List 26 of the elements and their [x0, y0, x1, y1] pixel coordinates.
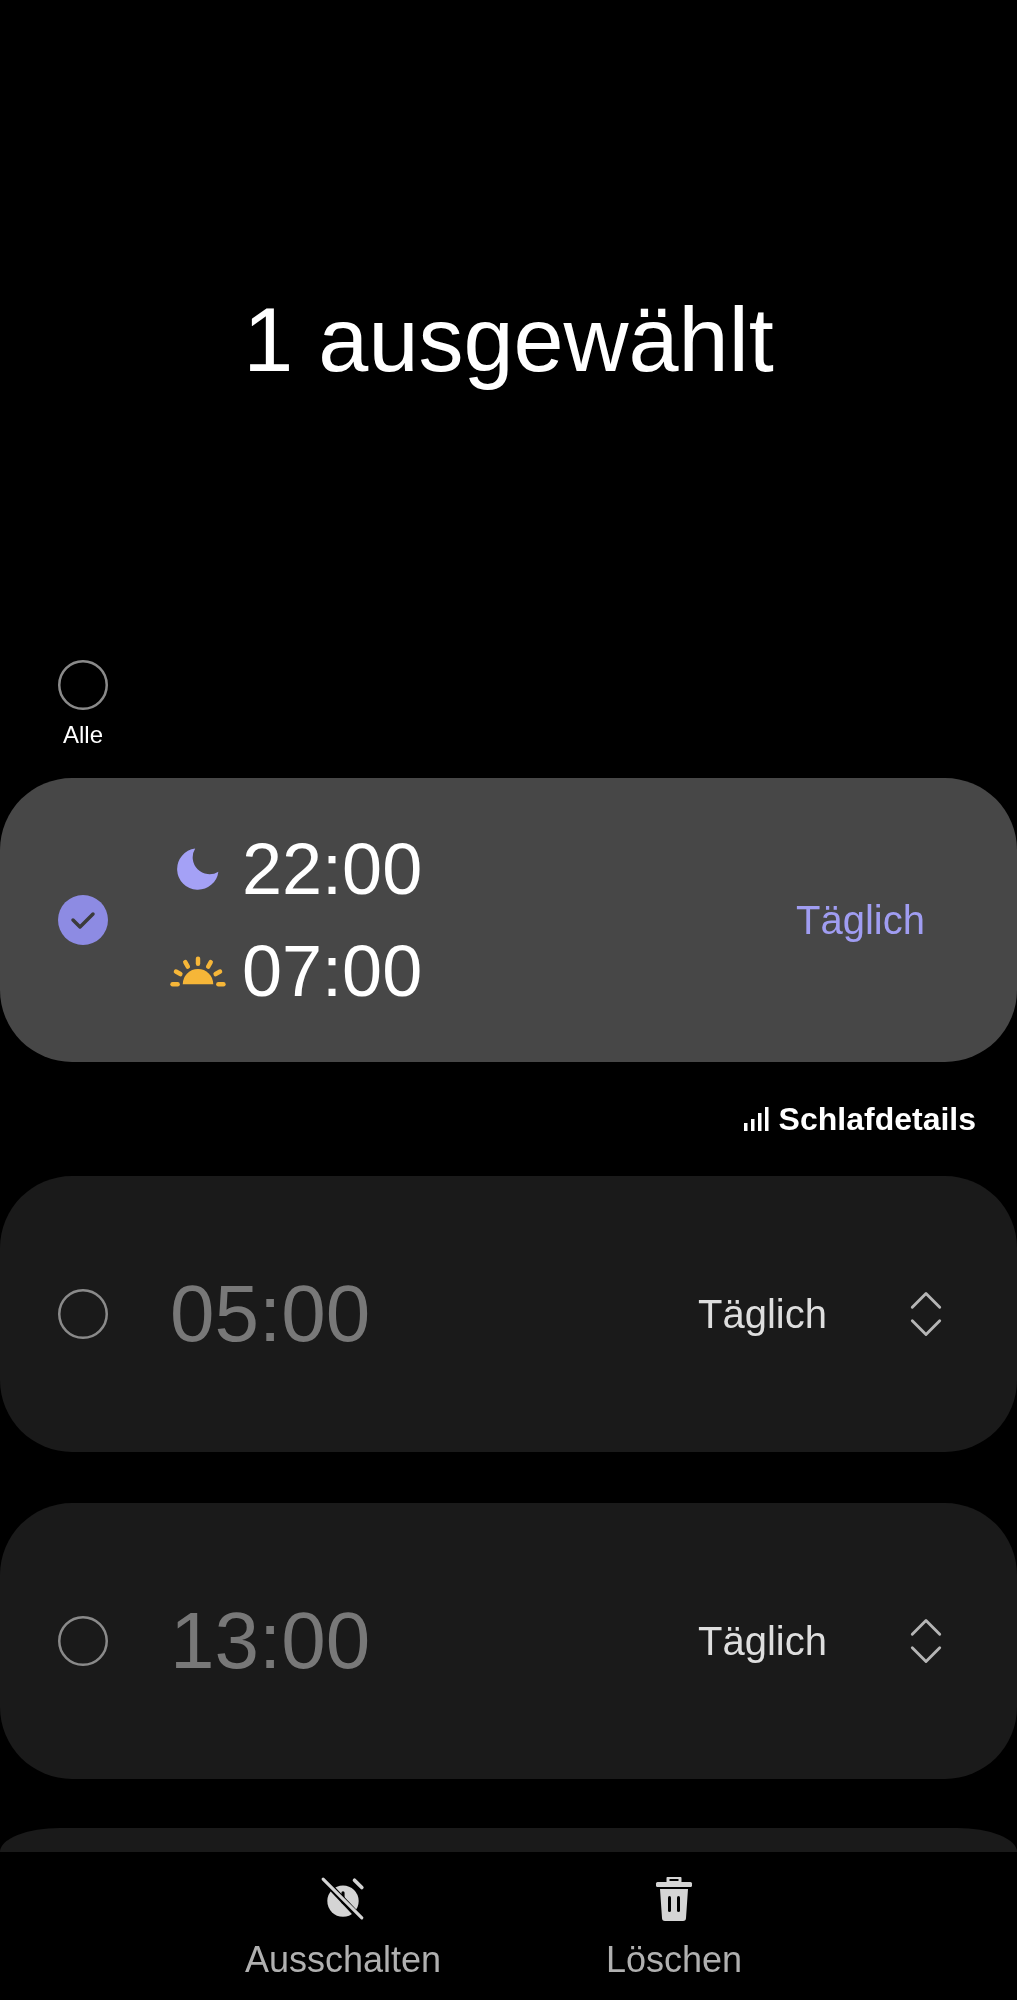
- repeat-label: Täglich: [698, 1618, 827, 1665]
- alarm-card[interactable]: 13:00 Täglich: [0, 1503, 1017, 1779]
- sun-icon: [170, 955, 226, 987]
- select-all-checkbox[interactable]: [58, 660, 108, 710]
- alarm-card[interactable]: 05:00 Täglich: [0, 1176, 1017, 1452]
- trash-icon: [654, 1877, 694, 1921]
- checkbox[interactable]: [58, 895, 108, 945]
- sleep-details-link[interactable]: Schlafdetails: [743, 1100, 976, 1138]
- alarm-time: 13:00: [170, 1601, 371, 1681]
- bedtime-text: 22:00: [242, 833, 423, 905]
- moon-icon: [176, 847, 220, 891]
- delete-button[interactable]: Löschen: [508, 1876, 840, 1982]
- up-down-chevron-icon[interactable]: [910, 1291, 942, 1337]
- repeat-label: Täglich: [796, 897, 925, 944]
- alarm-off-icon: [320, 1876, 366, 1922]
- select-all-label: Alle: [63, 720, 103, 750]
- turn-off-button[interactable]: Ausschalten: [177, 1876, 509, 1982]
- up-down-chevron-icon[interactable]: [910, 1618, 942, 1664]
- repeat-label: Täglich: [698, 1291, 827, 1338]
- bar-chart-icon: [743, 1107, 770, 1131]
- checkbox[interactable]: [58, 1616, 108, 1666]
- checkbox[interactable]: [58, 1289, 108, 1339]
- wake-time-text: 07:00: [242, 935, 423, 1007]
- alarm-time: 05:00: [170, 1274, 371, 1354]
- sleep-alarm-card[interactable]: 22:00 07:00 Täglich: [0, 778, 1017, 1062]
- screen-title: 1 ausgewählt: [243, 290, 774, 390]
